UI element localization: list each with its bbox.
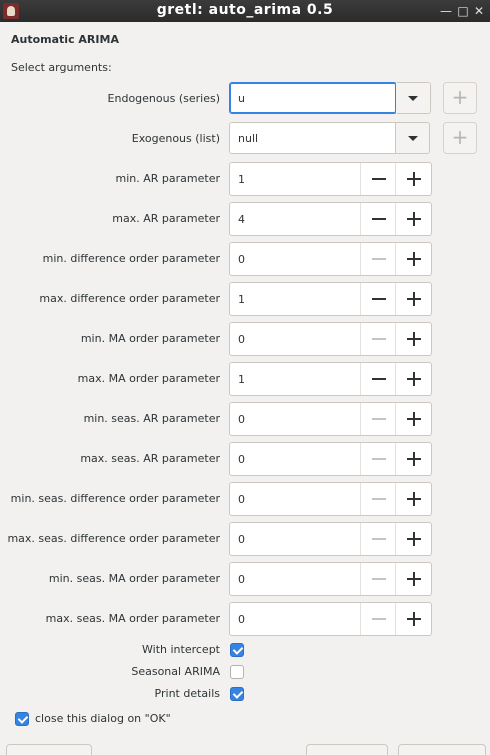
footer-button-middle[interactable]	[306, 744, 388, 755]
with-intercept-label: With intercept	[142, 643, 220, 656]
minus-icon	[360, 243, 396, 275]
plus-icon[interactable]	[395, 603, 431, 635]
min-diff-label: min. difference order parameter	[42, 252, 220, 265]
plus-icon[interactable]	[395, 403, 431, 435]
minus-icon	[360, 603, 396, 635]
max-ar-spinner[interactable]: 4	[229, 202, 432, 236]
endogenous-label: Endogenous (series)	[107, 92, 220, 105]
minimize-button[interactable]: —	[437, 2, 455, 20]
min-seas-diff-spinner[interactable]: 0	[229, 482, 432, 516]
plus-icon[interactable]	[395, 203, 431, 235]
seasonal-arima-label: Seasonal ARIMA	[131, 665, 220, 678]
exogenous-combo[interactable]: null	[229, 122, 430, 154]
max-diff-spinner[interactable]: 1	[229, 282, 432, 316]
min-ar-spinner[interactable]: 1	[229, 162, 432, 196]
min-seas-diff-label: min. seas. difference order parameter	[10, 492, 220, 505]
min-seas-ma-value: 0	[238, 573, 245, 586]
max-seas-ar-value: 0	[238, 453, 245, 466]
min-seas-ar-value: 0	[238, 413, 245, 426]
plus-icon[interactable]	[395, 163, 431, 195]
min-ma-spinner[interactable]: 0	[229, 322, 432, 356]
minus-icon[interactable]	[360, 203, 396, 235]
seasonal-arima-checkbox[interactable]	[230, 665, 244, 679]
plus-icon[interactable]	[395, 363, 431, 395]
min-diff-spinner[interactable]: 0	[229, 242, 432, 276]
window-title: gretl: auto_arima 0.5	[156, 2, 334, 18]
max-diff-value: 1	[238, 293, 245, 306]
endogenous-input[interactable]: u	[229, 82, 397, 114]
add-exogenous-button[interactable]: +	[443, 122, 477, 154]
minus-icon	[360, 323, 396, 355]
min-seas-diff-value: 0	[238, 493, 245, 506]
chevron-down-icon	[396, 83, 430, 113]
print-details-label: Print details	[154, 687, 220, 700]
min-seas-ar-spinner[interactable]: 0	[229, 402, 432, 436]
min-seas-ar-label: min. seas. AR parameter	[83, 412, 220, 425]
max-seas-diff-label: max. seas. difference order parameter	[7, 532, 220, 545]
plus-icon: +	[451, 85, 469, 109]
max-seas-ma-spinner[interactable]: 0	[229, 602, 432, 636]
min-diff-value: 0	[238, 253, 245, 266]
max-seas-diff-spinner[interactable]: 0	[229, 522, 432, 556]
exogenous-label: Exogenous (list)	[131, 132, 220, 145]
chevron-down-icon[interactable]	[395, 123, 429, 153]
minus-icon	[360, 523, 396, 555]
close-on-ok-checkbox[interactable]	[15, 712, 29, 726]
min-ma-label: min. MA order parameter	[80, 332, 220, 345]
add-endogenous-button[interactable]: +	[443, 82, 477, 114]
plus-icon[interactable]	[395, 523, 431, 555]
max-ar-label: max. AR parameter	[112, 212, 220, 225]
min-ar-value: 1	[238, 173, 245, 186]
plus-icon[interactable]	[395, 243, 431, 275]
minus-icon	[360, 563, 396, 595]
plus-icon[interactable]	[395, 283, 431, 315]
min-ar-label: min. AR parameter	[115, 172, 220, 185]
title-bar: gretl: auto_arima 0.5 — □ ✕	[0, 0, 490, 22]
max-ma-value: 1	[238, 373, 245, 386]
exogenous-value: null	[238, 132, 259, 145]
footer-button-right[interactable]	[398, 744, 486, 755]
max-seas-diff-value: 0	[238, 533, 245, 546]
min-seas-ma-label: min. seas. MA order parameter	[48, 572, 220, 585]
max-ar-value: 4	[238, 213, 245, 226]
plus-icon[interactable]	[395, 323, 431, 355]
plus-icon[interactable]	[395, 563, 431, 595]
max-ma-spinner[interactable]: 1	[229, 362, 432, 396]
minus-icon	[360, 443, 396, 475]
minus-icon	[360, 483, 396, 515]
max-seas-ma-label: max. seas. MA order parameter	[45, 612, 220, 625]
max-diff-label: max. difference order parameter	[39, 292, 220, 305]
endogenous-value: u	[238, 92, 245, 105]
plus-icon: +	[451, 125, 469, 149]
close-on-ok-label: close this dialog on "OK"	[35, 712, 171, 725]
minus-icon[interactable]	[360, 363, 396, 395]
endogenous-dropdown-button[interactable]	[396, 82, 431, 114]
minus-icon	[360, 403, 396, 435]
plus-icon[interactable]	[395, 443, 431, 475]
plus-icon[interactable]	[395, 483, 431, 515]
print-details-checkbox[interactable]	[230, 687, 244, 701]
section-title: Automatic ARIMA	[11, 33, 119, 46]
minus-icon[interactable]	[360, 283, 396, 315]
minus-icon[interactable]	[360, 163, 396, 195]
max-seas-ar-spinner[interactable]: 0	[229, 442, 432, 476]
with-intercept-checkbox[interactable]	[230, 643, 244, 657]
min-ma-value: 0	[238, 333, 245, 346]
max-seas-ma-value: 0	[238, 613, 245, 626]
max-seas-ar-label: max. seas. AR parameter	[80, 452, 220, 465]
close-window-button[interactable]: ✕	[470, 2, 488, 20]
max-ma-label: max. MA order parameter	[77, 372, 220, 385]
select-arguments-label: Select arguments:	[11, 61, 112, 74]
min-seas-ma-spinner[interactable]: 0	[229, 562, 432, 596]
footer-button-left[interactable]	[6, 744, 92, 755]
